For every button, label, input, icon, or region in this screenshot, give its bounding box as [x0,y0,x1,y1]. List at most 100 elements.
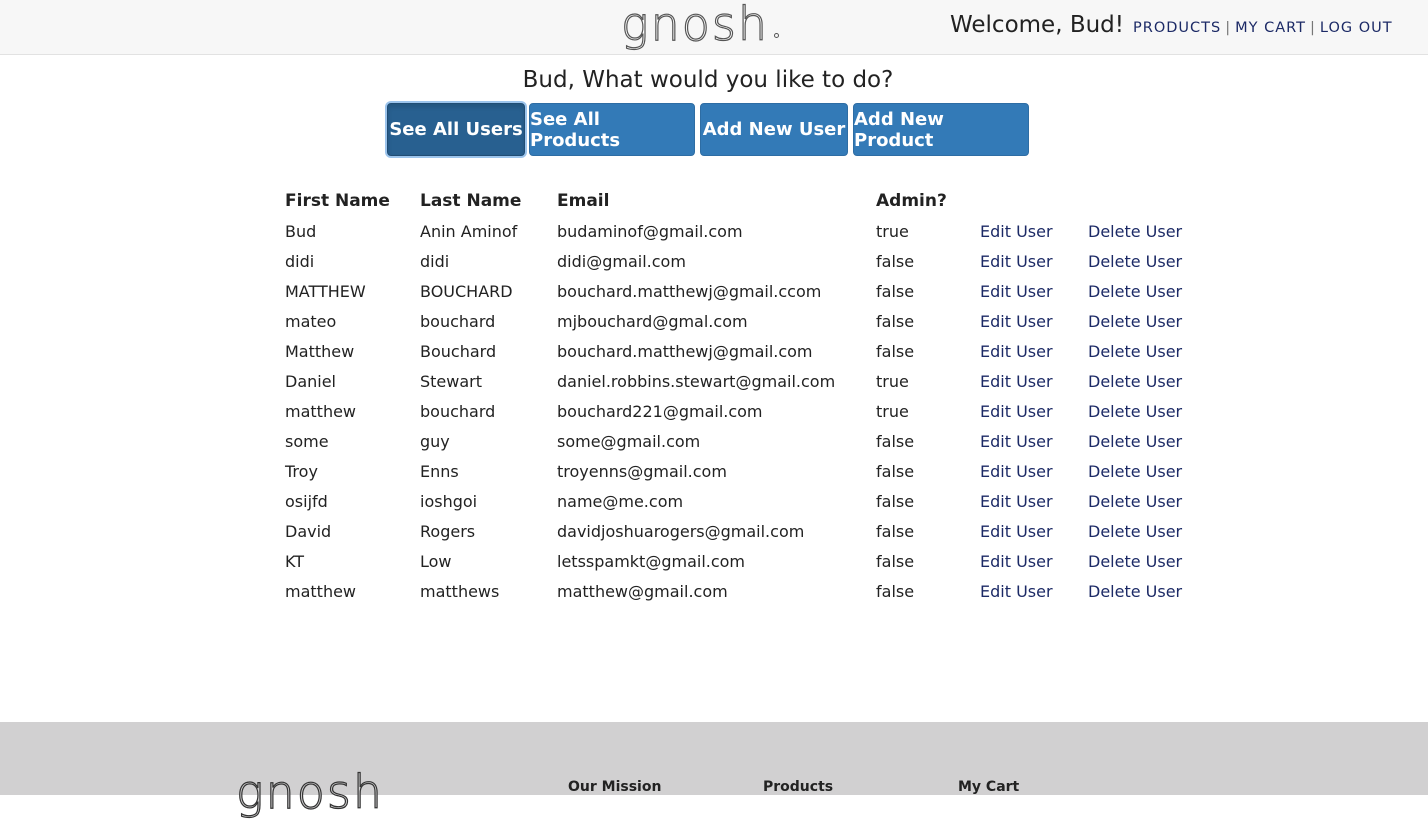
user-admin-flag-cell: true [876,366,980,396]
edit-user-link[interactable]: Edit User [980,402,1053,421]
user-email: bouchard.matthewj@gmail.ccom [557,281,822,301]
user-email-cell: didi@gmail.com [557,246,876,276]
user-email: didi@gmail.com [557,251,686,271]
table-row: KT Low letsspamkt@gmail.com false Edit User D… [285,546,1208,576]
edit-user-link[interactable]: Edit User [980,252,1053,271]
user-admin-flag: false [876,581,915,601]
nav-my-cart-link[interactable]: MY CART [1235,20,1306,36]
header-email: Email [557,191,610,211]
user-admin-flag-cell: true [876,216,980,246]
user-first-name-cell: David [285,516,420,546]
top-nav: PRODUCTS | MY CART | LOG OUT [1133,18,1393,38]
user-first-name-cell: KT [285,546,420,576]
user-email-cell: bouchard.matthewj@gmail.ccom [557,276,876,306]
delete-user-link-cell: Delete User [1088,426,1208,456]
delete-user-link[interactable]: Delete User [1088,492,1182,511]
edit-user-link[interactable]: Edit User [980,552,1053,571]
user-email-cell: budaminof@gmail.com [557,216,876,246]
user-admin-flag: false [876,491,915,511]
edit-user-link-cell: Edit User [980,576,1088,606]
user-email: name@me.com [557,491,684,511]
delete-user-link[interactable]: Delete User [1088,402,1182,421]
delete-user-link[interactable]: Delete User [1088,312,1182,331]
user-last-name: Bouchard [420,341,497,361]
footer-our-mission-link[interactable]: Our Mission [568,778,661,796]
footer-products-link[interactable]: Products [763,778,833,796]
add-new-product-button[interactable]: Add New Product [853,103,1029,156]
edit-user-link[interactable]: Edit User [980,312,1053,331]
see-all-users-button[interactable]: See All Users [387,103,525,156]
add-new-user-button[interactable]: Add New User [700,103,848,156]
edit-user-link[interactable]: Edit User [980,222,1053,241]
user-admin-flag: true [876,221,909,241]
table-row: matthew bouchard bouchard221@gmail.com true… [285,396,1208,426]
edit-user-link-cell: Edit User [980,246,1088,276]
user-first-name: mateo [285,311,337,331]
user-last-name: Rogers [420,521,476,541]
user-admin-flag: false [876,341,915,361]
user-last-name-cell: Enns [420,456,557,486]
header-delete [1088,186,1208,216]
edit-user-link[interactable]: Edit User [980,522,1053,541]
footer-gnosh-logo[interactable]: gnosh [235,762,384,822]
delete-user-link[interactable]: Delete User [1088,252,1182,271]
user-email: davidjoshuarogers@gmail.com [557,521,805,541]
user-email: budaminof@gmail.com [557,221,743,241]
edit-user-link-cell: Edit User [980,336,1088,366]
user-admin-flag-cell: false [876,336,980,366]
user-last-name-cell: Bouchard [420,336,557,366]
user-first-name-cell: didi [285,246,420,276]
edit-user-link[interactable]: Edit User [980,582,1053,601]
nav-products-link[interactable]: PRODUCTS [1133,20,1221,36]
table-row: David Rogers davidjoshuarogers@gmail.com fa… [285,516,1208,546]
table-row: osijfd ioshgoi name@me.com false Edit User De… [285,486,1208,516]
footer-my-cart-link[interactable]: My Cart [958,778,1019,796]
edit-user-link[interactable]: Edit User [980,462,1053,481]
delete-user-link[interactable]: Delete User [1088,432,1182,451]
see-all-products-button[interactable]: See All Products [529,103,695,156]
edit-user-link[interactable]: Edit User [980,492,1053,511]
nav-log-out-link[interactable]: LOG OUT [1320,20,1393,36]
delete-user-link[interactable]: Delete User [1088,372,1182,391]
delete-user-link[interactable]: Delete User [1088,282,1182,301]
site-header: gnosh Welcome, Bud! PRODUCTS | MY CART | LOG… [0,0,1428,55]
edit-user-link[interactable]: Edit User [980,342,1053,361]
user-first-name: KT [285,551,305,571]
table-row: Troy Enns troyenns@gmail.com false Edit User… [285,456,1208,486]
user-email: letsspamkt@gmail.com [557,551,746,571]
edit-user-link[interactable]: Edit User [980,282,1053,301]
delete-user-link[interactable]: Delete User [1088,522,1182,541]
user-admin-flag-cell: false [876,426,980,456]
user-admin-flag-cell: false [876,486,980,516]
user-last-name: didi [420,251,450,271]
user-email: bouchard221@gmail.com [557,401,763,421]
user-email-cell: name@me.com [557,486,876,516]
delete-user-link[interactable]: Delete User [1088,552,1182,571]
edit-user-link-cell: Edit User [980,216,1088,246]
delete-user-link[interactable]: Delete User [1088,222,1182,241]
user-first-name: MATTHEW [285,281,366,301]
users-table: First Name Last Name Email Admin? Bud Ani… [285,186,1208,606]
user-first-name-cell: MATTHEW [285,276,420,306]
edit-user-link[interactable]: Edit User [980,432,1053,451]
delete-user-link[interactable]: Delete User [1088,582,1182,601]
logo-dot-icon [774,33,779,38]
user-last-name-cell: bouchard [420,396,557,426]
user-admin-flag: true [876,371,909,391]
user-first-name-cell: matthew [285,396,420,426]
user-email-cell: letsspamkt@gmail.com [557,546,876,576]
user-email: troyenns@gmail.com [557,461,727,481]
edit-user-link[interactable]: Edit User [980,372,1053,391]
user-first-name: Troy [285,461,318,481]
user-last-name: ioshgoi [420,491,478,511]
header-admin: Admin? [876,191,947,211]
gnosh-logo[interactable]: gnosh [620,0,769,54]
user-last-name-cell: Anin Aminof [420,216,557,246]
user-last-name: Stewart [420,371,483,391]
user-last-name: bouchard [420,401,496,421]
user-first-name-cell: some [285,426,420,456]
delete-user-link[interactable]: Delete User [1088,342,1182,361]
delete-user-link[interactable]: Delete User [1088,462,1182,481]
user-admin-flag: false [876,251,915,271]
user-first-name: David [285,521,332,541]
